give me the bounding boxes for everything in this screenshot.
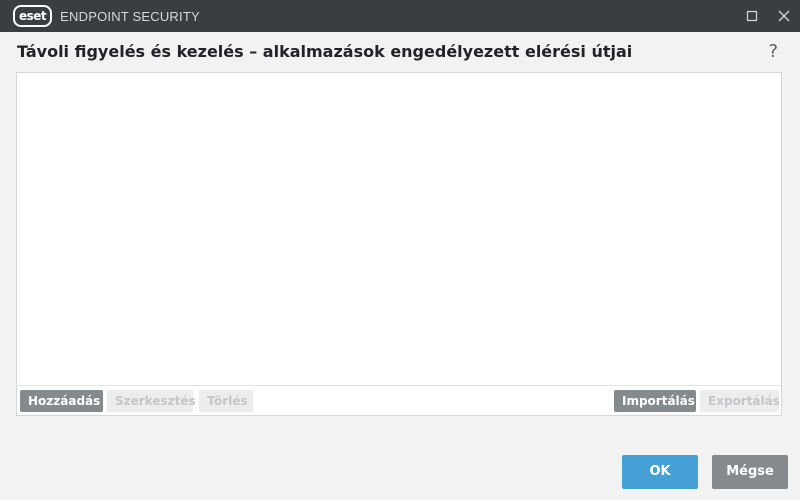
add-button[interactable]: Hozzáadás: [20, 390, 103, 412]
logo-mark: eset: [13, 5, 53, 27]
page-title: Távoli figyelés és kezelés – alkalmazáso…: [17, 42, 633, 61]
paths-list[interactable]: [17, 73, 781, 387]
close-button[interactable]: [768, 0, 800, 32]
maximize-button[interactable]: [736, 0, 768, 32]
window-controls: [736, 0, 800, 32]
export-button[interactable]: Exportálás: [700, 390, 780, 412]
delete-button[interactable]: Törlés: [199, 390, 253, 412]
ok-button[interactable]: OK: [622, 455, 698, 489]
list-toolbar: Hozzáadás Szerkesztés Törlés Importálás …: [17, 385, 781, 415]
edit-button[interactable]: Szerkesztés: [107, 390, 196, 412]
app-title: ENDPOINT SECURITY: [60, 8, 200, 24]
help-icon[interactable]: ?: [768, 41, 778, 62]
maximize-icon: [746, 10, 758, 22]
import-button[interactable]: Importálás: [614, 390, 696, 412]
cancel-button[interactable]: Mégse: [712, 455, 788, 489]
dialog-window: eset ENDPOINT SECURITY Távoli figyelés é…: [0, 0, 800, 500]
close-icon: [778, 10, 790, 22]
title-bar[interactable]: eset ENDPOINT SECURITY: [0, 0, 800, 32]
eset-logo: eset ENDPOINT SECURITY: [13, 5, 200, 27]
paths-list-panel: Hozzáadás Szerkesztés Törlés Importálás …: [16, 72, 782, 416]
